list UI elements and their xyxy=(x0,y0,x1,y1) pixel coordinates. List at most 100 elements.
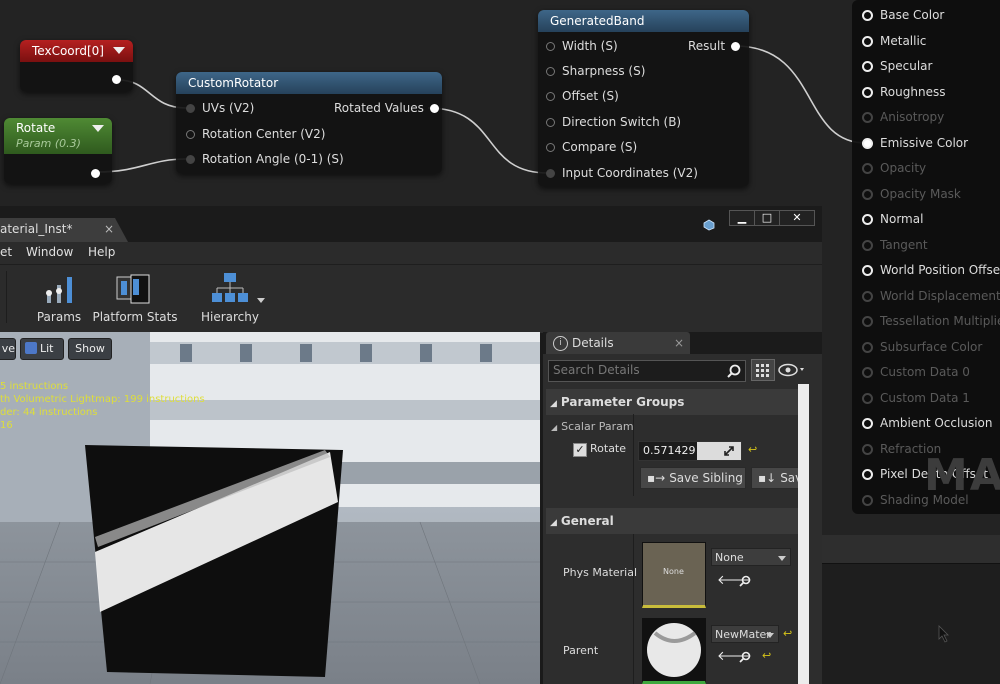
band-input[interactable]: Offset (S) xyxy=(546,87,619,105)
result-pin-row[interactable]: Base Color xyxy=(862,6,944,24)
band-output[interactable]: Result xyxy=(688,37,741,55)
menu-item-window[interactable]: Window xyxy=(26,245,73,259)
result-pin-row[interactable]: Specular xyxy=(862,57,932,75)
rotate-checkbox[interactable]: ✓ xyxy=(573,443,587,457)
pin-icon[interactable] xyxy=(546,67,555,76)
rotator-input-center[interactable]: Rotation Center (V2) xyxy=(186,125,325,143)
general-section[interactable]: ◢ General xyxy=(546,508,798,534)
details-tab[interactable]: i Details × xyxy=(546,332,690,354)
parameter-groups-section[interactable]: ◢ Parameter Groups xyxy=(546,389,798,415)
rotate-slider[interactable]: 0.571429 xyxy=(638,441,742,461)
rotate-output-pin[interactable] xyxy=(91,169,100,178)
minimize-button[interactable]: ▁ xyxy=(729,210,755,226)
result-pin-row[interactable]: Metallic xyxy=(862,32,926,50)
pin-icon[interactable] xyxy=(862,290,873,302)
collapse-caret-icon[interactable] xyxy=(113,47,125,54)
parent-material-dropdown[interactable]: NewMater xyxy=(711,625,779,643)
tab-close-icon[interactable]: × xyxy=(104,222,114,236)
result-pin-row[interactable]: Roughness xyxy=(862,83,945,101)
pin-icon[interactable] xyxy=(862,443,873,455)
pin-icon[interactable] xyxy=(862,392,873,404)
result-pin-row[interactable]: Emissive Color xyxy=(862,134,968,152)
eye-visibility-icon[interactable] xyxy=(778,362,808,378)
pin-icon[interactable] xyxy=(862,214,873,225)
pin-icon[interactable] xyxy=(862,367,873,378)
pin-icon[interactable] xyxy=(546,42,555,51)
pin-icon[interactable] xyxy=(429,104,439,113)
pin-icon[interactable] xyxy=(546,169,555,178)
save-sibling-button[interactable]: ▪→ Save Sibling xyxy=(640,467,746,489)
grid-view-icon[interactable] xyxy=(751,359,775,381)
pin-icon[interactable] xyxy=(862,10,873,21)
reset-to-default-icon[interactable]: ↩ xyxy=(783,627,792,640)
details-scrollbar[interactable] xyxy=(798,384,809,684)
result-pin-row[interactable]: Tessellation Multiplier xyxy=(862,312,1000,330)
pin-icon[interactable] xyxy=(862,494,873,506)
collapse-caret-icon[interactable] xyxy=(92,125,104,132)
scalar-params-group[interactable]: ◢ Scalar Param xyxy=(551,420,634,433)
search-icon[interactable] xyxy=(727,364,741,378)
pin-icon[interactable] xyxy=(546,118,555,127)
document-tab[interactable]: aterial_Inst* × xyxy=(0,218,128,242)
result-pin-row[interactable]: Subsurface Color xyxy=(862,338,982,356)
preview-viewport[interactable]: ve Lit Show 5 instructions th Volumetric… xyxy=(0,332,540,684)
hierarchy-dropdown-icon[interactable] xyxy=(257,298,265,303)
view-mode-button[interactable]: ve xyxy=(0,338,16,360)
band-input[interactable]: Input Coordinates (V2) xyxy=(546,164,698,182)
pin-icon[interactable] xyxy=(862,239,873,251)
pin-icon[interactable] xyxy=(862,341,873,353)
result-pin-row[interactable]: World Position Offset xyxy=(862,261,1000,279)
rotator-input-angle[interactable]: Rotation Angle (0-1) (S) xyxy=(186,150,344,168)
result-pin-row[interactable]: Tangent xyxy=(862,236,928,254)
generated-band-node[interactable]: GeneratedBand Width (S) Sharpness (S) Of… xyxy=(538,10,749,187)
pin-icon[interactable] xyxy=(862,265,873,276)
pin-icon[interactable] xyxy=(862,35,873,47)
band-input[interactable]: Sharpness (S) xyxy=(546,62,645,80)
custom-rotator-node[interactable]: CustomRotator UVs (V2) Rotation Center (… xyxy=(176,72,442,174)
result-pin-row[interactable]: World Displacement xyxy=(862,287,1000,305)
result-pin-row[interactable]: Custom Data 0 xyxy=(862,363,970,381)
close-button[interactable]: ✕ xyxy=(779,210,815,226)
material-result-node[interactable]: Base Color Metallic Specular Roughness Aniso… xyxy=(852,0,1000,514)
params-button[interactable]: Params xyxy=(36,271,82,324)
texcoord-output-pin[interactable] xyxy=(112,75,121,84)
platform-stats-button[interactable]: Platform Stats xyxy=(92,271,178,324)
pin-icon[interactable] xyxy=(862,316,873,327)
search-details-input[interactable]: Search Details xyxy=(548,360,746,382)
band-input[interactable]: Width (S) xyxy=(546,37,618,55)
band-input[interactable]: Direction Switch (B) xyxy=(546,113,681,131)
result-pin-row[interactable]: Custom Data 1 xyxy=(862,389,970,407)
pin-icon[interactable] xyxy=(186,104,195,113)
menu-item-asset[interactable]: et xyxy=(0,245,12,259)
pin-icon[interactable] xyxy=(186,130,195,139)
menu-item-help[interactable]: Help xyxy=(88,245,115,259)
show-button[interactable]: Show xyxy=(68,338,112,360)
phys-material-thumbnail[interactable]: None xyxy=(642,542,706,608)
pin-icon[interactable] xyxy=(862,469,873,480)
parent-material-thumbnail[interactable] xyxy=(642,618,706,684)
pin-icon[interactable] xyxy=(546,143,555,152)
browse-search-icon[interactable] xyxy=(739,651,751,663)
pin-icon[interactable] xyxy=(862,163,873,174)
rotate-param-node[interactable]: Rotate Param (0.3) xyxy=(4,118,112,184)
pin-icon[interactable] xyxy=(862,61,873,72)
pin-icon[interactable] xyxy=(186,155,195,164)
maximize-button[interactable]: □ xyxy=(754,210,780,226)
result-pin-row[interactable]: Opacity xyxy=(862,159,926,177)
pin-icon[interactable] xyxy=(731,42,741,51)
pin-icon[interactable] xyxy=(546,92,555,101)
tab-close-icon[interactable]: × xyxy=(674,336,684,350)
result-pin-row[interactable]: Opacity Mask xyxy=(862,185,961,203)
result-pin-row[interactable]: Ambient Occlusion xyxy=(862,414,992,432)
hierarchy-button[interactable]: Hierarchy xyxy=(200,271,260,324)
material-instance-editor[interactable]: aterial_Inst* × ▁ □ ✕ et Window Help Par… xyxy=(0,206,822,684)
result-pin-row[interactable]: Normal xyxy=(862,210,923,228)
lit-button[interactable]: Lit xyxy=(20,338,64,360)
result-pin-row[interactable]: Anisotropy xyxy=(862,108,944,126)
pin-icon[interactable] xyxy=(862,188,873,200)
band-input[interactable]: Compare (S) xyxy=(546,138,637,156)
phys-material-dropdown[interactable]: None xyxy=(711,548,791,566)
pin-icon[interactable] xyxy=(862,137,873,149)
pin-icon[interactable] xyxy=(862,112,873,123)
expand-arrows-icon[interactable] xyxy=(723,445,735,457)
